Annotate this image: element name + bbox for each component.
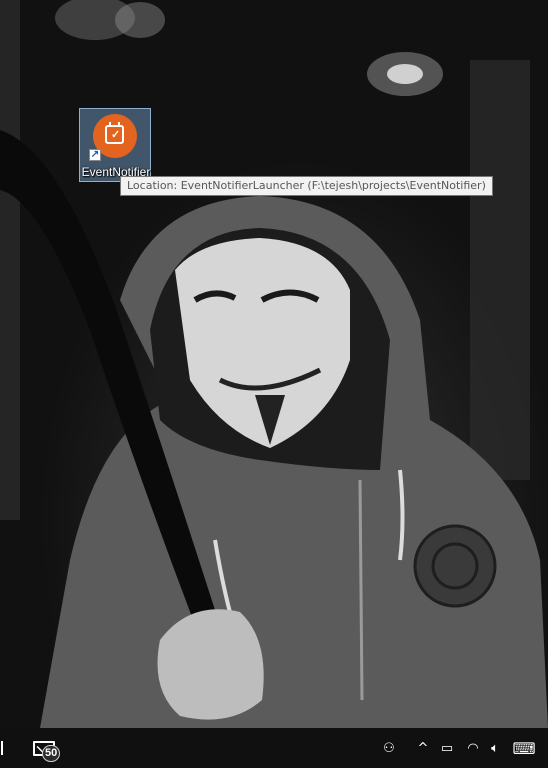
shortcut-arrow-icon: ↗: [89, 149, 101, 161]
touch-keyboard-icon[interactable]: ⌨: [510, 728, 538, 768]
chevron-up-glyph: ^: [417, 740, 429, 756]
edge-bar-icon: [1, 741, 3, 755]
desktop-shortcut-eventnotifier[interactable]: ✓ ↗ EventNotifier: [79, 108, 151, 182]
taskbar-edge-button[interactable]: [0, 728, 4, 768]
calendar-glyph: ✓: [105, 122, 124, 144]
keyboard-glyph: ⌨: [512, 738, 536, 758]
check-mark-icon: ✓: [111, 129, 121, 141]
mail-taskbar-button[interactable]: 50: [24, 728, 64, 768]
location-tooltip: Location: EventNotifierLauncher (F:\teje…: [120, 176, 493, 196]
volume-glyph: 🔈︎: [491, 740, 499, 756]
volume-icon[interactable]: 🔈︎: [484, 728, 506, 768]
people-icon[interactable]: ⚇: [378, 728, 400, 768]
mail-unread-badge: 50: [42, 745, 61, 762]
battery-icon[interactable]: ▭: [436, 728, 458, 768]
show-hidden-icons-chevron-icon[interactable]: ^: [414, 728, 432, 768]
battery-glyph: ▭: [440, 740, 454, 756]
wifi-glyph: ◠: [467, 740, 479, 756]
taskbar: 50 ⚇ ^ ▭ ◠ 🔈︎ ⌨: [0, 728, 548, 768]
wifi-icon[interactable]: ◠: [462, 728, 484, 768]
people-glyph: ⚇: [383, 740, 395, 756]
